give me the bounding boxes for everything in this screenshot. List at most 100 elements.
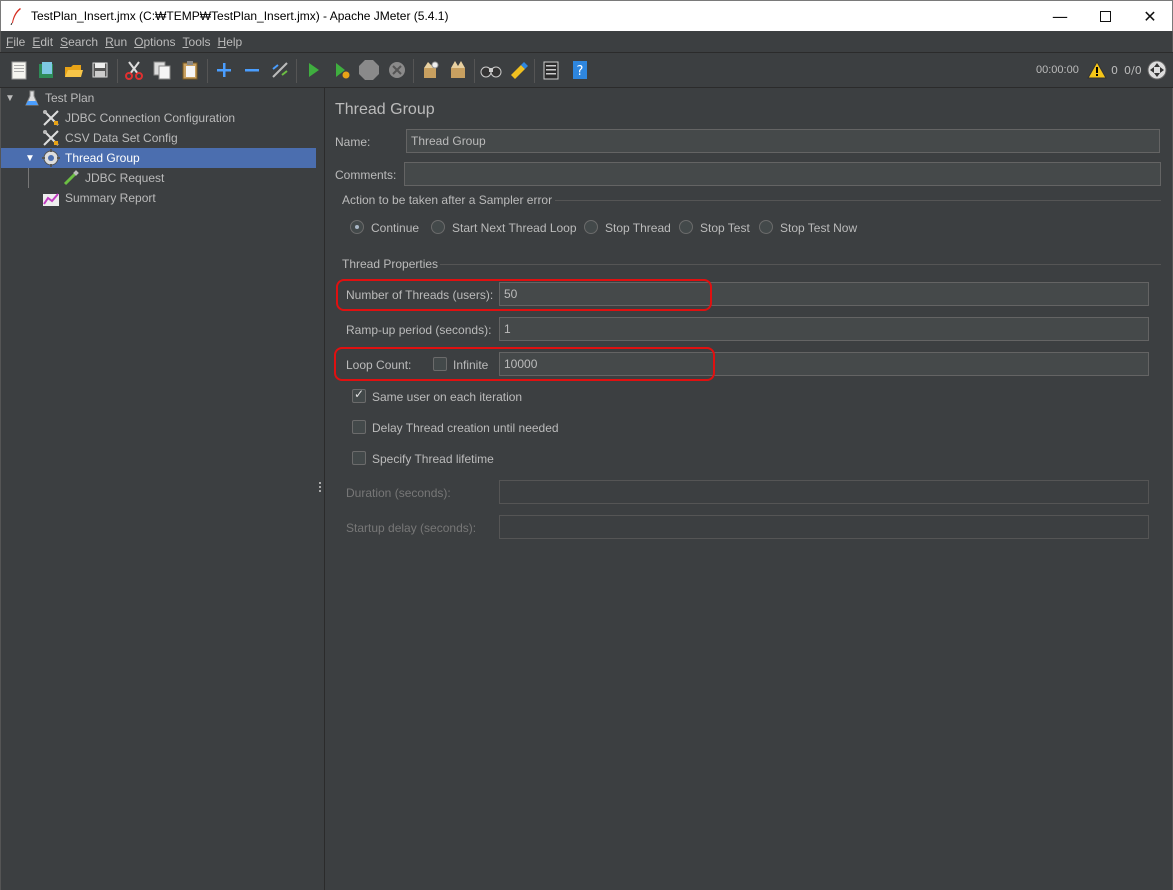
toggle-icon[interactable] <box>269 59 291 81</box>
reset-search-icon[interactable] <box>507 59 529 81</box>
comments-field[interactable] <box>404 162 1161 186</box>
same-user-label: Same user on each iteration <box>372 390 523 404</box>
radio-start-next-thread-loop[interactable] <box>431 220 445 234</box>
new-icon[interactable] <box>8 59 30 81</box>
tree-item-test-plan[interactable]: ▼ Test Plan <box>1 88 317 108</box>
jmeter-feather-icon <box>9 7 23 26</box>
toolbar-separator <box>117 59 118 83</box>
start-icon[interactable] <box>302 59 324 81</box>
search-icon[interactable] <box>480 59 502 81</box>
highlight-num-threads <box>336 279 712 311</box>
chevron-down-icon[interactable]: ▼ <box>5 93 15 104</box>
startup-delay-field[interactable] <box>499 515 1149 539</box>
close-button[interactable]: ✕ <box>1127 1 1173 31</box>
split-pane-divider[interactable] <box>316 88 325 890</box>
report-icon <box>42 189 60 207</box>
window-title-bar[interactable]: TestPlan_Insert.jmx (C:₩TEMP₩TestPlan_In… <box>0 0 1173 31</box>
cut-icon[interactable] <box>123 59 145 81</box>
radio-stop-thread[interactable] <box>584 220 598 234</box>
group-divider <box>440 264 1161 265</box>
gear-icon <box>42 149 60 167</box>
rampup-field[interactable]: 1 <box>499 317 1149 341</box>
flask-icon <box>23 89 41 107</box>
panel-title: Thread Group <box>335 101 435 118</box>
sampler-error-group-title: Action to be taken after a Sampler error <box>342 193 553 207</box>
name-label: Name: <box>335 135 371 149</box>
svg-text:?: ? <box>577 64 584 79</box>
radio-continue[interactable] <box>350 220 364 234</box>
toolbar-separator <box>207 59 208 83</box>
save-icon[interactable] <box>89 59 111 81</box>
tree-connector-line <box>28 168 29 188</box>
tree-item-label: JDBC Request <box>85 171 165 185</box>
test-plan-tree: ▼ Test Plan JDBC Connection Configuratio… <box>0 88 317 890</box>
duration-label: Duration (seconds): <box>346 486 451 500</box>
tree-item-label: JDBC Connection Configuration <box>65 111 236 125</box>
tree-item-jdbc-request[interactable]: JDBC Request <box>1 168 317 188</box>
close-icon: ✕ <box>1143 6 1157 26</box>
paste-icon[interactable] <box>179 59 201 81</box>
menu-options[interactable]: Options <box>134 35 175 49</box>
radio-stop-test-now[interactable] <box>759 220 773 234</box>
pipette-icon <box>62 169 80 187</box>
menu-bar: File Edit Search Run Options Tools Help <box>0 31 1173 52</box>
copy-icon[interactable] <box>151 59 173 81</box>
warning-icon[interactable] <box>1087 60 1107 80</box>
maximize-icon <box>1099 10 1111 22</box>
window-title: TestPlan_Insert.jmx (C:₩TEMP₩TestPlan_In… <box>31 9 449 23</box>
shutdown-icon[interactable] <box>386 59 408 81</box>
chevron-down-icon[interactable]: ▼ <box>25 153 35 164</box>
tree-item-label: Thread Group <box>65 151 140 165</box>
menu-file[interactable]: File <box>6 35 25 49</box>
delay-thread-label: Delay Thread creation until needed <box>372 421 559 435</box>
clear-icon[interactable] <box>419 59 441 81</box>
help-icon[interactable]: ? <box>569 59 591 81</box>
tree-item-thread-group[interactable]: ▼ Thread Group <box>1 148 317 168</box>
stop-icon[interactable] <box>358 59 380 81</box>
collapse-icon[interactable] <box>241 59 263 81</box>
thread-properties-group-title: Thread Properties <box>342 257 439 271</box>
comments-label: Comments: <box>335 168 397 182</box>
active-threads-count: 0/0 <box>1124 64 1142 77</box>
splitter-grip <box>318 482 322 494</box>
delay-thread-checkbox[interactable] <box>352 420 366 434</box>
toolbar-separator <box>534 59 535 83</box>
menu-edit[interactable]: Edit <box>32 35 53 49</box>
menu-run[interactable]: Run <box>105 35 127 49</box>
tree-item-summary-report[interactable]: Summary Report <box>1 188 317 208</box>
templates-icon[interactable] <box>35 59 57 81</box>
same-user-checkbox[interactable] <box>352 387 366 403</box>
minimize-icon: — <box>1052 6 1068 26</box>
radio-stop-thread-label: Stop Thread <box>605 221 671 235</box>
function-helper-icon[interactable] <box>540 59 562 81</box>
open-icon[interactable] <box>62 59 84 81</box>
startup-delay-label: Startup delay (seconds): <box>346 521 477 535</box>
duration-field[interactable] <box>499 480 1149 504</box>
menu-search[interactable]: Search <box>60 35 98 49</box>
radio-continue-label: Continue <box>371 221 420 235</box>
clear-all-icon[interactable] <box>447 59 469 81</box>
tree-item-csv-data-set[interactable]: CSV Data Set Config <box>1 128 317 148</box>
start-no-pauses-icon[interactable] <box>330 59 352 81</box>
toolbar-separator <box>474 59 475 83</box>
minimize-button[interactable]: — <box>1037 1 1083 31</box>
tree-item-label: Test Plan <box>45 91 95 105</box>
thread-lifetime-label: Specify Thread lifetime <box>372 452 494 466</box>
thread-lifetime-checkbox[interactable] <box>352 451 366 465</box>
group-divider <box>555 200 1161 201</box>
toolbar: ? 00:00:00 0 0/0 <box>0 52 1173 88</box>
tree-item-jdbc-connection[interactable]: JDBC Connection Configuration <box>1 108 317 128</box>
elapsed-timer: 00:00:00 <box>1036 64 1079 76</box>
radio-stop-test-label: Stop Test <box>700 221 750 235</box>
menu-help[interactable]: Help <box>218 35 243 49</box>
tree-item-label: Summary Report <box>65 191 156 205</box>
wrench-icon <box>42 109 60 127</box>
expand-icon[interactable] <box>213 59 235 81</box>
maximize-button[interactable] <box>1082 1 1128 31</box>
radio-stop-test[interactable] <box>679 220 693 234</box>
name-field[interactable]: Thread Group <box>406 129 1160 153</box>
rampup-label: Ramp-up period (seconds): <box>346 323 492 337</box>
menu-tools[interactable]: Tools <box>183 35 211 49</box>
radio-stop-test-now-label: Stop Test Now <box>780 221 858 235</box>
wrench-icon <box>42 129 60 147</box>
